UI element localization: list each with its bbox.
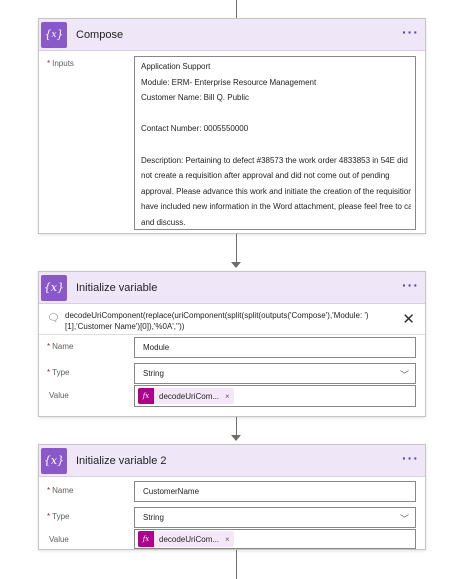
initialize-variable-more-icon[interactable]: ···	[402, 278, 419, 292]
variable-value-input[interactable]: fx decodeUriCom... ×	[134, 385, 416, 407]
expression-token-label: decodeUriCom...	[159, 534, 220, 544]
arrow-down-icon	[231, 435, 241, 441]
comment-icon: 🗨	[47, 313, 60, 324]
compose-title: Compose	[76, 28, 124, 41]
variable-icon: {x}	[41, 274, 67, 301]
variable-icon: {x}	[41, 447, 67, 474]
compose-input-line: Module: ERM- Enterprise Resource Managem…	[141, 77, 317, 87]
comment-bar: 🗨 decodeUriComponent(replace(uriComponen…	[39, 304, 425, 335]
compose-input-line	[141, 106, 411, 122]
expression-token-label: decodeUriCom...	[159, 391, 220, 401]
initialize-variable-title: Initialize variable	[76, 281, 158, 294]
name-label: * Name	[47, 342, 74, 351]
initialize-variable-card[interactable]: {x} Initialize variable ··· 🗨 decodeUriC…	[38, 271, 426, 417]
comment-text: decodeUriComponent(replace(uriComponent(…	[65, 311, 369, 331]
compose-inputs-text: Application Support Module: ERM- Enterpri…	[141, 59, 411, 231]
compose-more-options-icon[interactable]: ···	[402, 25, 419, 39]
type-label: * Type	[47, 368, 70, 377]
compose-input-line: Contact Number: 0005550000	[141, 124, 249, 134]
value-label: Value	[49, 391, 69, 400]
compose-action-card[interactable]: {𝑥} Compose ··· * Inputs Application Supp…	[38, 18, 426, 234]
variable-2-value-input[interactable]: fx decodeUriCom... ×	[134, 529, 416, 549]
variable-name-input[interactable]: Module	[134, 337, 416, 358]
compose-input-line: Application Support	[141, 62, 211, 71]
variable-2-type-value: String	[143, 513, 164, 522]
connector-2	[236, 417, 237, 435]
variable-2-type-select[interactable]: String ﹀	[134, 507, 416, 528]
connector-1	[236, 234, 237, 262]
name-label: * Name	[47, 486, 74, 495]
chevron-down-icon: ﹀	[399, 514, 409, 524]
value-label: Value	[49, 535, 69, 544]
compose-input-line: and discuss.	[141, 217, 186, 227]
remove-token-icon[interactable]: ×	[225, 535, 230, 544]
compose-input-line: approval. Please advance this work and i…	[141, 186, 411, 196]
variable-type-select[interactable]: String ﹀	[134, 363, 416, 384]
expression-token[interactable]: fx decodeUriCom... ×	[138, 531, 234, 547]
arrow-down-icon	[231, 262, 241, 268]
compose-header[interactable]: {𝑥} Compose ···	[39, 19, 425, 51]
compose-braces-icon: {𝑥}	[41, 21, 67, 48]
variable-name-value: Module	[143, 343, 170, 352]
variable-type-value: String	[143, 369, 164, 378]
compose-input-line: Customer Name: Bill Q. Public	[141, 93, 250, 103]
expression-token[interactable]: fx decodeUriCom... ×	[138, 388, 234, 404]
initialize-variable-2-more-icon[interactable]: ···	[402, 451, 419, 465]
compose-input-line	[141, 137, 411, 153]
compose-input-line: have included new information in the Wor…	[141, 202, 411, 212]
type-label: * Type	[47, 512, 70, 521]
initialize-variable-2-title: Initialize variable 2	[76, 454, 167, 467]
remove-token-icon[interactable]: ×	[225, 392, 230, 401]
initialize-variable-2-card[interactable]: {x} Initialize variable 2 ··· * Name Cust…	[38, 444, 426, 550]
compose-input-line: not create a requisition after approval …	[141, 171, 390, 181]
close-comment-icon[interactable]: ✕	[402, 310, 415, 328]
initialize-variable-2-header[interactable]: {x} Initialize variable 2 ···	[39, 445, 425, 477]
connector-bottom	[236, 550, 237, 579]
connector-top	[236, 0, 237, 18]
fx-icon: fx	[138, 388, 154, 404]
chevron-down-icon: ﹀	[399, 370, 409, 380]
initialize-variable-header[interactable]: {x} Initialize variable ···	[39, 272, 425, 304]
fx-icon: fx	[138, 531, 154, 547]
compose-inputs-field[interactable]: Application Support Module: ERM- Enterpri…	[134, 56, 416, 230]
compose-input-line: Description: Pertaining to defect #38573…	[141, 155, 408, 165]
inputs-label: * Inputs	[47, 59, 74, 68]
variable-2-name-input[interactable]: CustomerName	[134, 481, 416, 502]
variable-2-name-value: CustomerName	[143, 487, 200, 496]
